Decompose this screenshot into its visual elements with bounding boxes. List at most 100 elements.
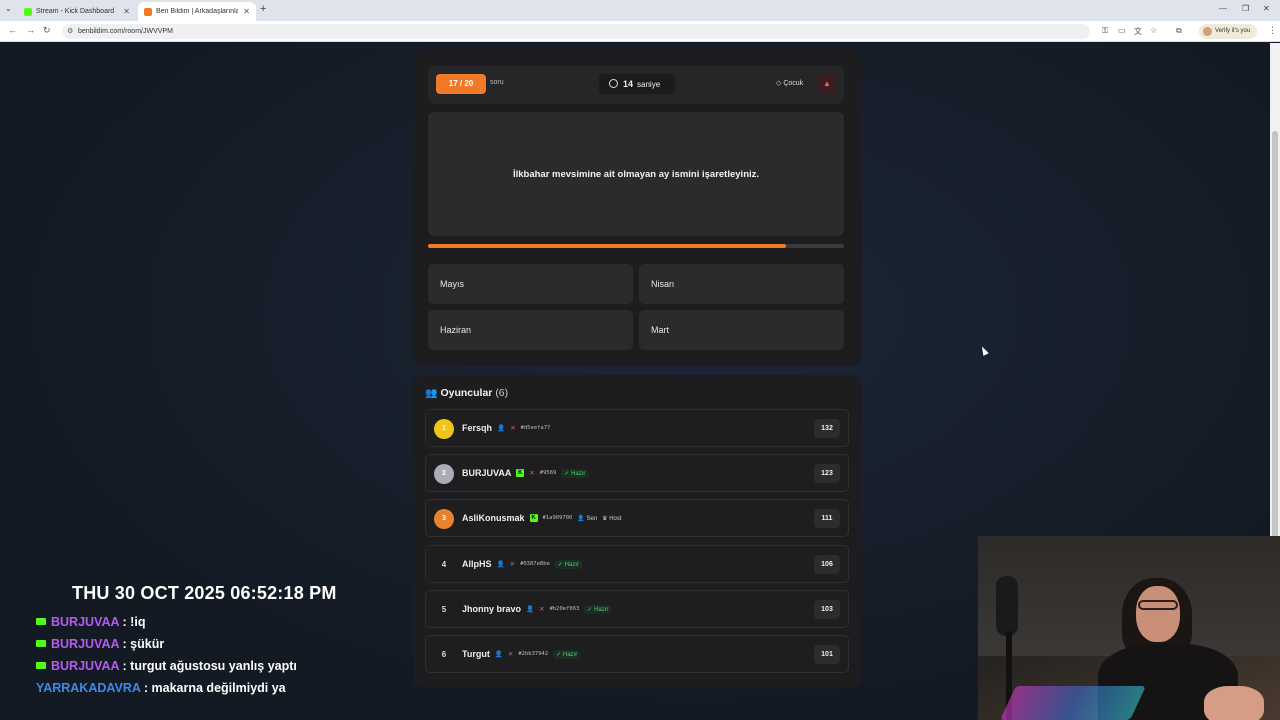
user-icon: 👤	[497, 425, 506, 432]
player-row: 2 BURJUVAA K ✕ #9569 ✓ Hazır 123	[425, 454, 849, 492]
close-icon[interactable]: ✕	[243, 7, 250, 16]
player-id: #b20ef063	[549, 606, 580, 612]
time-progress-fill	[428, 244, 786, 248]
host-label: Host	[609, 515, 622, 522]
player-info: Fersqh 👤 ✕ #d5eefa77	[462, 423, 550, 433]
player-info: AsliKonusmak K #1a909700 👤 Sen ♛ Host	[462, 513, 622, 523]
webcam-feed	[978, 536, 1280, 720]
new-tab-button[interactable]: +	[260, 3, 266, 15]
player-name: BURJUVAA	[462, 468, 512, 478]
kick-badge-icon	[36, 640, 46, 647]
kick-player-icon[interactable]: ✕	[529, 469, 534, 477]
close-icon[interactable]: ✕	[123, 7, 130, 16]
site-info-icon[interactable]: ⚙	[67, 24, 73, 39]
ready-label: Hazır	[594, 606, 609, 613]
chat-text: : turgut ağustosu yanlış yaptı	[122, 659, 297, 673]
tab-ben-bildim[interactable]: Ben Bildim | Arkadaşlarınla Onl ✕	[138, 2, 256, 21]
question-text: İlkbahar mevsimine ait olmayan ay ismini…	[512, 168, 760, 180]
kick-player-icon[interactable]: ✕	[510, 424, 515, 432]
players-title: 👥 Oyuncular (6)	[425, 387, 508, 399]
player-score: 101	[814, 645, 840, 664]
chat-user: BURJUVAA	[51, 615, 120, 629]
translate-icon[interactable]: 文	[1134, 26, 1142, 37]
players-title-text: Oyuncular	[440, 387, 493, 399]
streamer-face	[1136, 586, 1180, 642]
question-panel: 17 / 20 soru 14 saniye ◇ Çocuk ▲ İlkbahar…	[413, 50, 861, 366]
host-tag: ♛ Host	[602, 515, 622, 522]
player-id: #2bb37942	[518, 651, 549, 657]
chat-message: BURJUVAA : turgut ağustosu yanlış yaptı	[36, 659, 297, 673]
kick-player-icon[interactable]: ✕	[510, 560, 515, 568]
reload-icon[interactable]: ↻	[43, 25, 51, 36]
chat-user: YARRAKADAVRA	[36, 681, 141, 695]
players-count: (6)	[495, 387, 509, 399]
tab-search-icon[interactable]: ⌄	[5, 4, 12, 13]
player-score: 111	[814, 509, 840, 528]
stream-datetime: THU 30 OCT 2025 06:52:18 PM	[72, 583, 337, 603]
tab-title: Stream - Kick Dashboard	[36, 8, 115, 15]
bookmark-star-icon[interactable]: ☆	[1150, 26, 1157, 35]
browser-tab-bar: ⌄ Stream - Kick Dashboard ✕ Ben Bildim |…	[0, 0, 1280, 21]
kick-favicon-icon	[24, 7, 32, 16]
microphone-icon	[996, 576, 1018, 636]
restore-icon[interactable]: ❐	[1242, 4, 1249, 13]
kick-badge-icon: K	[529, 514, 538, 522]
answer-option-1[interactable]: Mayıs	[428, 264, 633, 304]
player-row: 1 Fersqh 👤 ✕ #d5eefa77 132	[425, 409, 849, 447]
player-id: #9569	[539, 470, 557, 476]
players-panel: 👥 Oyuncular (6) 1 Fersqh 👤 ✕ #d5eefa77 13…	[413, 375, 861, 687]
player-id: #d5eefa77	[520, 425, 551, 431]
close-window-icon[interactable]: ✕	[1263, 4, 1270, 13]
minimize-icon[interactable]: —	[1219, 4, 1227, 13]
chat-message: BURJUVAA : !iq	[36, 615, 145, 629]
rank-badge: 3	[434, 509, 454, 529]
password-key-icon[interactable]: ⚿	[1102, 26, 1108, 36]
player-score: 132	[814, 419, 840, 438]
back-icon[interactable]: ←	[8, 25, 17, 35]
question-counter: 17 / 20	[436, 74, 486, 94]
chat-text: : şükür	[122, 637, 165, 651]
ready-badge: ✓ Hazır	[584, 604, 612, 614]
you-label: Sen	[586, 515, 598, 522]
avatar	[1203, 27, 1212, 36]
ready-badge: ✓ Hazır	[561, 468, 589, 478]
chat-user: BURJUVAA	[51, 659, 120, 673]
player-score: 106	[814, 555, 840, 574]
kick-badge-icon	[36, 618, 46, 625]
forward-icon[interactable]: →	[26, 25, 35, 35]
timer-unit: saniye	[637, 80, 661, 89]
player-row: 3 AsliKonusmak K #1a909700 👤 Sen ♛ Host …	[425, 499, 849, 537]
player-row: 4 AllpHS 👤 ✕ #0387e8be ✓ Hazır 106	[425, 545, 849, 583]
answer-option-4[interactable]: Mart	[639, 310, 844, 350]
player-name: AsliKonusmak	[462, 513, 525, 523]
question-header: 17 / 20 soru 14 saniye ◇ Çocuk ▲	[428, 66, 844, 104]
category-label: Çocuk	[783, 80, 804, 87]
user-icon: 👤	[526, 606, 535, 613]
answer-option-2[interactable]: Nisan	[639, 264, 844, 304]
url-text: benbildim.com/room/JWVVPM	[78, 28, 173, 35]
player-name: Fersqh	[462, 423, 493, 433]
url-input[interactable]: ⚙ benbildim.com/room/JWVVPM	[62, 24, 1090, 39]
tab-kick-dashboard[interactable]: Stream - Kick Dashboard ✕	[18, 2, 136, 21]
timer: 14 saniye	[599, 74, 675, 94]
profile-verify-button[interactable]: Verify it's you	[1199, 24, 1257, 39]
ready-badge: ✓ Hazır	[554, 559, 582, 569]
ready-label: Hazır	[571, 470, 586, 477]
rank-badge: 4	[441, 560, 447, 569]
counter-label: soru	[490, 79, 504, 86]
rgb-keyboard	[1000, 686, 1146, 720]
kick-player-icon[interactable]: ✕	[508, 650, 513, 658]
extensions-icon[interactable]: ⧉	[1176, 26, 1182, 36]
kick-player-icon[interactable]: ✕	[539, 605, 544, 613]
chat-message: YARRAKADAVRA : makarna değilmiydi ya	[36, 681, 286, 695]
cast-icon[interactable]: ▭	[1118, 26, 1126, 35]
player-row: 5 Jhonny bravo 👤 ✕ #b20ef063 ✓ Hazır 103	[425, 590, 849, 628]
ready-label: Hazır	[564, 561, 579, 568]
answer-option-3[interactable]: Haziran	[428, 310, 633, 350]
report-button[interactable]: ▲	[818, 74, 836, 94]
tab-title: Ben Bildim | Arkadaşlarınla Onl	[156, 8, 238, 15]
more-menu-icon[interactable]: ⋮	[1268, 25, 1277, 36]
streamer-glasses	[1138, 600, 1178, 610]
player-info: AllpHS 👤 ✕ #0387e8be ✓ Hazır	[462, 559, 582, 569]
you-tag: 👤 Sen	[577, 515, 598, 522]
